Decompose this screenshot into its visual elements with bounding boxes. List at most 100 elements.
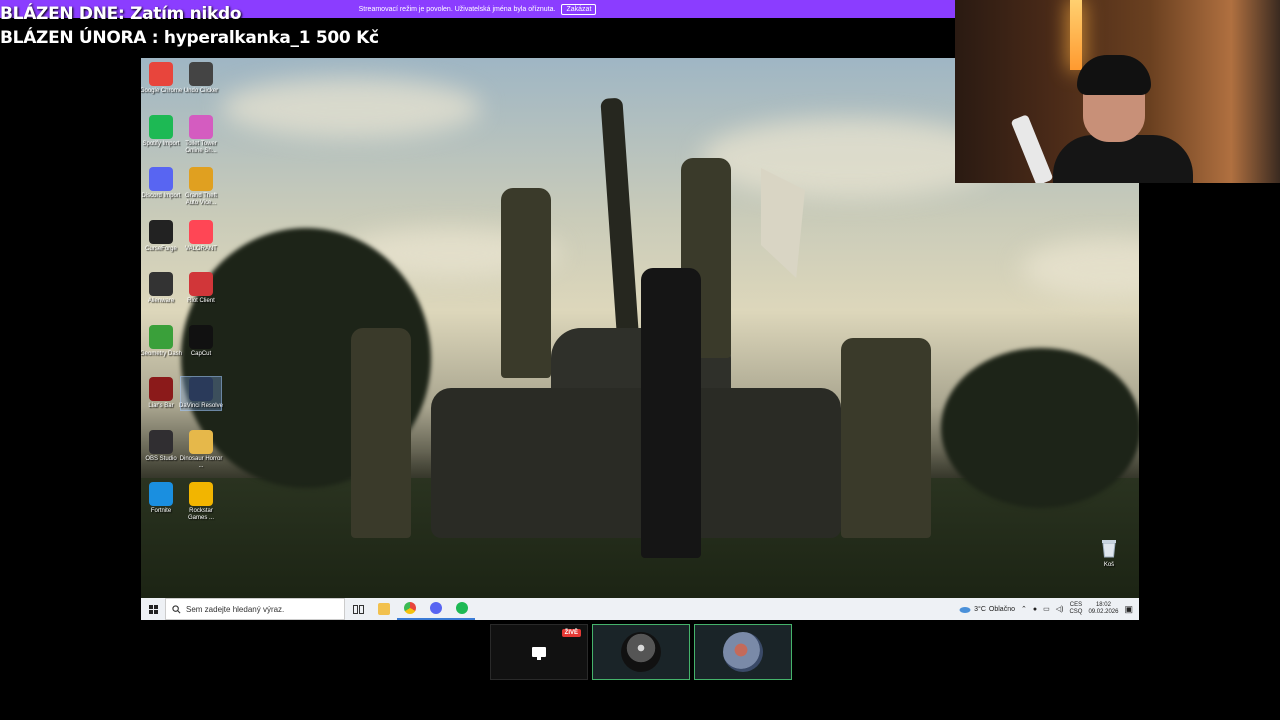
- webcam-lamp: [1070, 0, 1082, 70]
- desktop-icon-label: Discord Import: [141, 193, 181, 199]
- game-icon: [189, 114, 213, 139]
- desktop-icon-label: VALORANT: [185, 245, 217, 252]
- wallpaper-cloud: [221, 78, 481, 138]
- desktop-icon[interactable]: Alienware: [141, 272, 181, 305]
- desktop-icon-label: Alienware: [147, 298, 175, 304]
- desktop-icon[interactable]: Spotify Import: [141, 114, 181, 148]
- weather-temp: 3°C: [974, 605, 986, 613]
- desktop-icon-label: Rockstar Games ...: [187, 508, 214, 521]
- disable-button[interactable]: Zakázat: [561, 3, 597, 15]
- desktop-icon[interactable]: Rockstar Games ...: [181, 482, 221, 522]
- desktop-icon[interactable]: Geometry Dash: [141, 324, 182, 358]
- riot-icon: [189, 272, 213, 296]
- chevron-up-icon[interactable]: ⌃: [1021, 605, 1027, 613]
- stream-stage: Google Chrome Undo Clicker Spotify Import T…: [0, 0, 1280, 720]
- recycle-bin[interactable]: Koš: [1089, 536, 1129, 569]
- taskbar-search[interactable]: Sem zadejte hledaný výraz.: [165, 598, 345, 620]
- live-badge: ŽIVĚ: [561, 629, 581, 637]
- desktop-icon[interactable]: Riot Client: [181, 272, 221, 305]
- desktop-icon-label: Geometry Dash: [141, 350, 182, 357]
- wallpaper-cloud: [1021, 238, 1139, 298]
- participant-tile[interactable]: [694, 624, 792, 680]
- desktop-icon[interactable]: Google Chrome: [141, 62, 183, 95]
- wallpaper-soldier: [501, 188, 551, 378]
- start-button[interactable]: [141, 598, 165, 620]
- desktop-icon-label: Fortnite: [150, 508, 172, 514]
- valorant-icon: [189, 219, 213, 244]
- desktop-icon[interactable]: Fortnite: [141, 482, 181, 515]
- screen-share-tile[interactable]: ŽIVĚ: [490, 624, 588, 680]
- avatar: [723, 632, 763, 672]
- taskbar-discord[interactable]: [423, 598, 449, 620]
- capcut-icon: [189, 324, 213, 349]
- clock[interactable]: 18:02 09.02.2026: [1088, 602, 1118, 616]
- overlay-fool-of-day: BLÁZEN DNE: Zatím nikdo: [0, 4, 242, 24]
- desktop-icon-label: CapCut: [190, 350, 212, 357]
- desktop-icon-label: OBS Studio: [145, 455, 177, 462]
- weather-widget[interactable]: 3°C Oblačno: [959, 605, 1015, 613]
- app-icon: [149, 272, 173, 296]
- chrome-icon: [404, 602, 416, 614]
- task-view-icon: [352, 604, 364, 614]
- recycle-bin-label: Koš: [1103, 562, 1115, 568]
- windows-icon: [148, 604, 158, 614]
- language-indicator[interactable]: CES CSQ: [1069, 602, 1082, 616]
- desktop-icon[interactable]: Undo Clicker: [181, 62, 221, 95]
- microphone: [1010, 114, 1054, 183]
- taskbar-chrome[interactable]: [397, 598, 423, 620]
- webcam-feed: [955, 0, 1280, 183]
- desktop-icon-label: Grand Theft Auto Vice...: [185, 193, 217, 206]
- desktop-icon-label: Dinosaur Horror ...: [179, 455, 223, 469]
- taskbar-spotify[interactable]: [449, 598, 475, 620]
- desktop-icon-label: Google Chrome: [141, 88, 183, 94]
- geometry-dash-icon: [149, 324, 173, 349]
- microphone-icon[interactable]: ●: [1033, 606, 1037, 613]
- clock-date: 09.02.2026: [1088, 609, 1119, 615]
- obs-icon: [149, 429, 173, 454]
- desktop-icon-label: Spotify Import: [142, 140, 180, 147]
- webcam-person-hair: [1077, 55, 1151, 95]
- anvil-icon: [149, 219, 173, 244]
- clock-time: 18:02: [1095, 602, 1111, 608]
- wallpaper-tree: [941, 348, 1139, 508]
- desktop-icon-label: Toilet Tower Online Sh...: [185, 140, 217, 154]
- fortnite-icon: [149, 482, 173, 506]
- desktop-icon[interactable]: VALORANT: [181, 219, 221, 253]
- notifications-icon[interactable]: ▣: [1124, 604, 1133, 615]
- cloud-icon: [959, 607, 971, 613]
- wallpaper-figure: [641, 268, 701, 558]
- task-view-button[interactable]: [345, 598, 371, 620]
- language-primary: CES: [1069, 602, 1083, 608]
- desktop-icon[interactable]: Grand Theft Auto Vice...: [181, 167, 221, 207]
- spotify-icon: [456, 602, 468, 614]
- participant-tile[interactable]: [592, 624, 690, 680]
- volume-icon[interactable]: ◁): [1056, 605, 1064, 613]
- network-icon[interactable]: ▭: [1043, 605, 1050, 613]
- desktop-icon-label: DaVinci Resolve: [179, 403, 223, 409]
- tank-body: [431, 388, 841, 538]
- webcam-person-body: [1053, 135, 1193, 183]
- taskbar-file-explorer[interactable]: [371, 598, 397, 620]
- discord-icon: [149, 167, 173, 191]
- wallpaper-soldier: [351, 328, 411, 538]
- desktop-icon[interactable]: Liar's Bar: [141, 377, 181, 410]
- desktop-icon[interactable]: Toilet Tower Online Sh...: [181, 114, 221, 155]
- desktop-icon[interactable]: CurseForge: [141, 219, 181, 253]
- desktop-icon[interactable]: Dinosaur Horror ...: [179, 429, 223, 470]
- participant-tiles: ŽIVĚ: [490, 624, 792, 680]
- recycle-bin-icon: [1097, 536, 1121, 560]
- language-secondary: CSQ: [1069, 609, 1083, 615]
- spotify-icon: [149, 114, 173, 139]
- desktop-icon[interactable]: OBS Studio: [141, 429, 181, 463]
- desktop-icon-label: Liar's Bar: [148, 403, 174, 409]
- desktop-icon[interactable]: CapCut: [181, 324, 221, 358]
- overlay-fool-of-month: BLÁZEN ÚNORA : hyperalkanka_1 500 Kč: [0, 28, 379, 48]
- app-icon: [189, 62, 213, 86]
- desktop-icon[interactable]: Discord Import: [141, 167, 181, 200]
- system-tray: 3°C Oblačno ⌃ ● ▭ ◁) CES CSQ 18:02 09.02…: [959, 598, 1139, 620]
- desktop-icon[interactable]: DaVinci Resolve: [179, 376, 223, 411]
- weather-text: Oblačno: [988, 605, 1015, 613]
- folder-icon: [378, 603, 390, 615]
- taskbar: Sem zadejte hledaný výraz. 3°C Oblačno ⌃…: [141, 598, 1139, 620]
- chrome-icon: [149, 62, 173, 86]
